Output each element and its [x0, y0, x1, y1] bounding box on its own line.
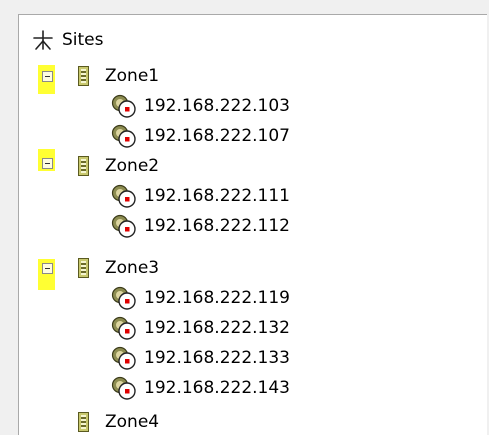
host-ip-label: 192.168.222.133	[144, 348, 291, 368]
host-ip-label: 192.168.222.143	[144, 378, 291, 398]
tree-item-host[interactable]: 192.168.222.133	[110, 343, 290, 373]
zone-label: Zone3	[105, 258, 160, 278]
host-ip-label: 192.168.222.111	[144, 186, 291, 206]
tree-item-zone3[interactable]: Zone3	[78, 253, 159, 283]
tree-root-sites[interactable]: Sites	[32, 25, 104, 55]
collapse-toggle-zone3[interactable]	[42, 263, 53, 274]
collapse-toggle-zone2[interactable]	[42, 158, 53, 169]
tree-item-zone2[interactable]: Zone2	[78, 151, 159, 181]
site-tree[interactable]: Sites Zone1 192.168.222.103 192.168.222.…	[18, 14, 487, 435]
zone-label: Zone2	[105, 156, 160, 176]
host-status-icon	[111, 124, 136, 148]
host-ip-label: 192.168.222.112	[144, 216, 291, 236]
tree-item-host[interactable]: 192.168.222.103	[110, 91, 290, 121]
host-status-icon	[111, 184, 136, 208]
tree-item-host[interactable]: 192.168.222.132	[110, 313, 290, 343]
zone-label: Zone1	[105, 66, 160, 86]
zone-label: Zone4	[105, 412, 160, 432]
tree-item-host[interactable]: 192.168.222.111	[110, 181, 290, 211]
tree-item-zone4[interactable]: Zone4	[78, 407, 159, 435]
zone-building-icon	[78, 66, 89, 86]
host-ip-label: 192.168.222.119	[144, 288, 291, 308]
tree-item-host[interactable]: 192.168.222.119	[110, 283, 290, 313]
tree-item-host[interactable]: 192.168.222.143	[110, 373, 290, 403]
tree-item-zone1[interactable]: Zone1	[78, 61, 159, 91]
host-status-icon	[111, 214, 136, 238]
sites-network-icon	[33, 30, 53, 50]
host-ip-label: 192.168.222.103	[144, 96, 291, 116]
host-status-icon	[111, 346, 136, 370]
host-status-icon	[111, 94, 136, 118]
host-status-icon	[111, 316, 136, 340]
host-status-icon	[111, 286, 136, 310]
tree-item-host[interactable]: 192.168.222.107	[110, 121, 290, 151]
zone-building-icon	[78, 412, 89, 432]
host-ip-label: 192.168.222.107	[144, 126, 291, 146]
zone-building-icon	[78, 258, 89, 278]
host-status-icon	[111, 376, 136, 400]
host-ip-label: 192.168.222.132	[144, 318, 291, 338]
zone-building-icon	[78, 156, 89, 176]
collapse-toggle-zone1[interactable]	[42, 71, 53, 82]
tree-item-host[interactable]: 192.168.222.112	[110, 211, 290, 241]
tree-root-label: Sites	[62, 30, 104, 50]
